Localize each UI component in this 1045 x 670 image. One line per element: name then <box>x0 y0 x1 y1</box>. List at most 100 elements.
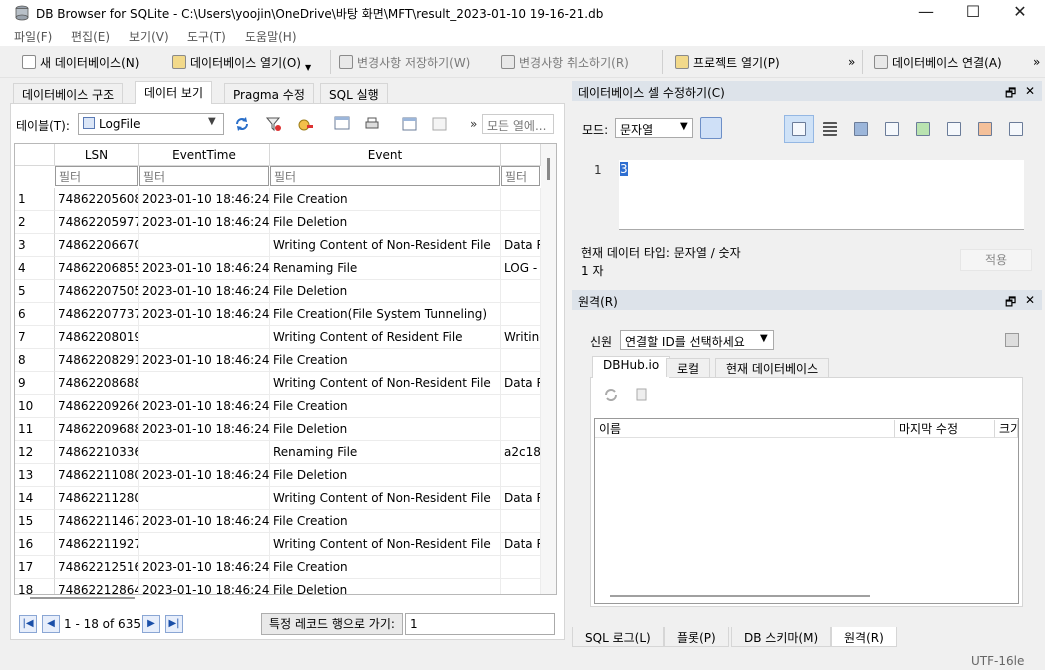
table-row[interactable]: 2 74862205977 2023-01-10 18:46:24 File Dele… <box>15 211 541 234</box>
table-cell[interactable]: 2023-01-10 18:46:24 <box>139 418 270 441</box>
toolbar-overflow-1[interactable]: » <box>848 52 855 72</box>
column-filter-input[interactable]: 필터 <box>139 166 269 186</box>
set-null-button[interactable] <box>908 115 938 143</box>
grid-scroll-thumb[interactable] <box>547 158 550 180</box>
table-cell[interactable] <box>139 372 270 395</box>
table-row[interactable]: 1 74862205608 2023-01-10 18:46:24 File Crea… <box>15 188 541 211</box>
tab-dbhub[interactable]: DBHub.io <box>592 356 671 378</box>
table-cell[interactable]: 2023-01-10 18:46:24 <box>139 556 270 579</box>
table-cell[interactable]: File Creation <box>270 395 501 418</box>
table-cell[interactable]: 74862212516 <box>55 556 139 579</box>
table-cell[interactable]: 74862208019 <box>55 326 139 349</box>
table-cell[interactable]: Writing Content of Non-Resident File <box>270 487 501 510</box>
table-row[interactable]: 3 74862206670 Writing Content of Non-Resid… <box>15 234 541 257</box>
auto-format-button[interactable] <box>815 115 845 143</box>
table-cell[interactable]: 2023-01-10 18:46:24 <box>139 349 270 372</box>
table-row[interactable]: 4 74862206855 2023-01-10 18:46:24 Renaming … <box>15 257 541 280</box>
table-row[interactable]: 7 74862208019 Writing Content of Resident … <box>15 326 541 349</box>
table-cell[interactable]: Writing Content of Non-Resident File <box>270 533 501 556</box>
remote-col-modified[interactable]: 마지막 수정 <box>895 420 995 438</box>
table-row[interactable]: 11 74862209688 2023-01-10 18:46:24 File Del… <box>15 418 541 441</box>
table-row[interactable]: 13 74862211080 2023-01-10 18:46:24 File Del… <box>15 464 541 487</box>
table-row[interactable]: 5 74862207505 2023-01-10 18:46:24 File Dele… <box>15 280 541 303</box>
table-cell[interactable]: 2023-01-10 18:46:24 <box>139 303 270 326</box>
auto-switch-mode-button[interactable] <box>700 117 722 139</box>
table-cell[interactable]: 74862212864 <box>55 579 139 594</box>
close-window-button[interactable]: ✕ <box>997 0 1043 26</box>
upload-icon[interactable] <box>1005 333 1019 347</box>
table-cell[interactable]: File Creation(File System Tunneling) <box>270 303 501 326</box>
close-dock-button[interactable]: ✕ <box>1025 84 1035 98</box>
table-cell[interactable]: 74862207737 <box>55 303 139 326</box>
copy-button[interactable] <box>939 115 969 143</box>
table-cell[interactable] <box>501 510 541 533</box>
table-cell[interactable] <box>501 211 541 234</box>
table-cell[interactable] <box>501 303 541 326</box>
table-cell[interactable]: File Creation <box>270 188 501 211</box>
table-cell[interactable]: Data R <box>501 487 541 510</box>
column-header[interactable]: LSN <box>55 144 139 166</box>
print-cell-button[interactable] <box>1001 115 1031 143</box>
table-cell[interactable]: 74862206855 <box>55 257 139 280</box>
column-filter-input[interactable]: 필터 <box>501 166 540 186</box>
table-cell[interactable]: Writing <box>501 326 541 349</box>
table-cell[interactable] <box>501 556 541 579</box>
table-row[interactable]: 14 74862211280 Writing Content of Non-Resi… <box>15 487 541 510</box>
table-row[interactable]: 6 74862207737 2023-01-10 18:46:24 File Crea… <box>15 303 541 326</box>
maximize-button[interactable]: ☐ <box>950 0 996 26</box>
table-cell[interactable]: 74862211280 <box>55 487 139 510</box>
table-cell[interactable]: 74862211467 <box>55 510 139 533</box>
tab-remote[interactable]: 원격(R) <box>831 627 897 647</box>
table-cell[interactable] <box>501 280 541 303</box>
column-filter-input[interactable]: 필터 <box>55 166 138 186</box>
table-cell[interactable] <box>501 188 541 211</box>
table-cell[interactable]: Writing Content of Non-Resident File <box>270 234 501 257</box>
tab-sql-log[interactable]: SQL 로그(L) <box>572 627 664 647</box>
editor-value[interactable]: 3 <box>620 162 628 176</box>
column-header[interactable]: Event <box>270 144 501 166</box>
table-cell[interactable]: 74862209266 <box>55 395 139 418</box>
table-cell[interactable]: 74862210336 <box>55 441 139 464</box>
table-cell[interactable] <box>501 464 541 487</box>
table-cell[interactable]: 74862207505 <box>55 280 139 303</box>
tab-current-database[interactable]: 현재 데이터베이스 <box>715 358 830 377</box>
table-row[interactable]: 17 74862212516 2023-01-10 18:46:24 File Cre… <box>15 556 541 579</box>
table-cell[interactable]: File Deletion <box>270 418 501 441</box>
table-cell[interactable]: File Deletion <box>270 579 501 594</box>
float-dock-button[interactable]: 🗗 <box>1005 293 1016 314</box>
table-cell[interactable]: Data R <box>501 533 541 556</box>
table-row[interactable]: 16 74862211927 Writing Content of Non-Resi… <box>15 533 541 556</box>
table-row[interactable]: 8 74862208291 2023-01-10 18:46:24 File Crea… <box>15 349 541 372</box>
minimize-button[interactable]: — <box>903 0 949 26</box>
tab-local[interactable]: 로컬 <box>666 358 711 377</box>
table-cell[interactable]: 2023-01-10 18:46:24 <box>139 280 270 303</box>
grid-vertical-scrollbar[interactable] <box>541 144 556 594</box>
table-cell[interactable]: 2023-01-10 18:46:24 <box>139 188 270 211</box>
table-cell[interactable] <box>139 487 270 510</box>
remote-col-size[interactable]: 크기 <box>995 420 1018 438</box>
close-dock-button[interactable]: ✕ <box>1025 293 1035 307</box>
table-cell[interactable]: LOG - <box>501 257 541 280</box>
table-cell[interactable]: Writing Content of Non-Resident File <box>270 372 501 395</box>
tab-plot[interactable]: 플롯(P) <box>664 627 729 647</box>
goto-record-input[interactable]: 1 <box>405 613 555 635</box>
table-cell[interactable]: 2023-01-10 18:46:24 <box>139 510 270 533</box>
table-cell[interactable]: 74862205608 <box>55 188 139 211</box>
table-row[interactable]: 18 74862212864 2023-01-10 18:46:24 File Del… <box>15 579 541 594</box>
table-cell[interactable] <box>139 234 270 257</box>
table-cell[interactable]: Renaming File <box>270 441 501 464</box>
tab-db-schema[interactable]: DB 스키마(M) <box>731 627 832 647</box>
table-cell[interactable]: 74862205977 <box>55 211 139 234</box>
column-header[interactable] <box>501 144 541 166</box>
table-cell[interactable]: 2023-01-10 18:46:24 <box>139 464 270 487</box>
table-cell[interactable] <box>501 349 541 372</box>
table-cell[interactable] <box>139 533 270 556</box>
table-cell[interactable]: 2023-01-10 18:46:24 <box>139 579 270 594</box>
table-cell[interactable]: Data R <box>501 234 541 257</box>
table-cell[interactable] <box>139 326 270 349</box>
last-page-button[interactable]: ▶| <box>165 615 183 633</box>
import-button[interactable] <box>846 115 876 143</box>
export-button[interactable] <box>877 115 907 143</box>
next-page-button[interactable]: ▶ <box>142 615 160 633</box>
table-cell[interactable]: File Deletion <box>270 464 501 487</box>
